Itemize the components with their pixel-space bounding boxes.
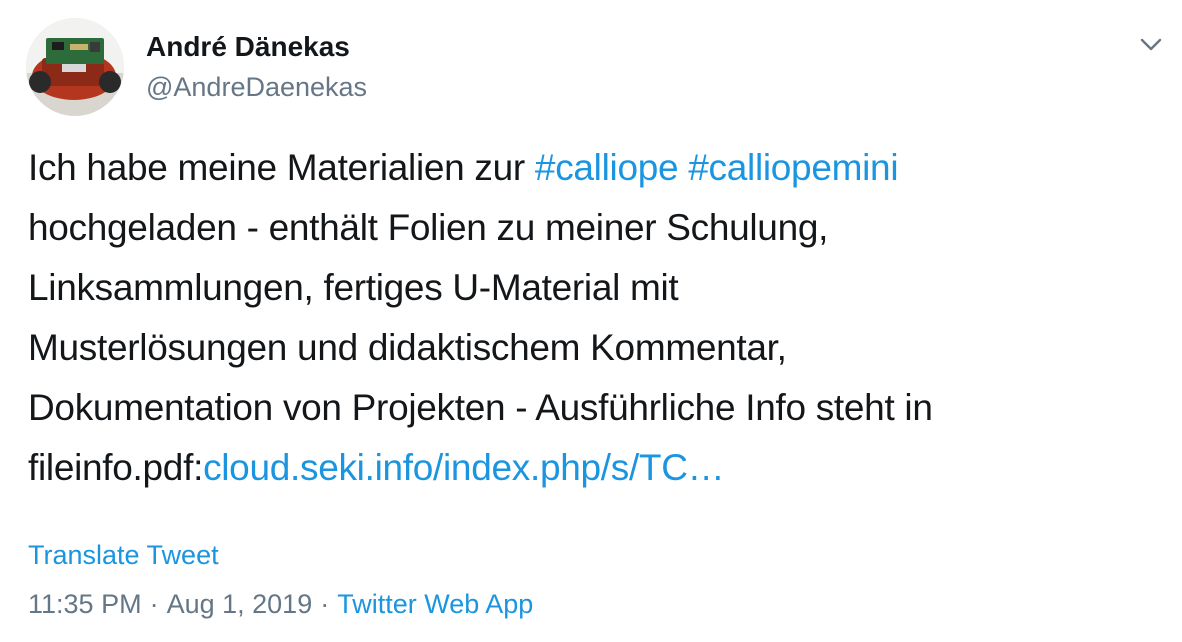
hashtag-link[interactable]: #calliope <box>535 147 679 188</box>
tweet-source-link[interactable]: Twitter Web App <box>337 589 533 619</box>
tweet-line: Dokumentation von Projekten - Ausführlic… <box>28 387 933 428</box>
tweet-text-segment: fileinfo.pdf: <box>28 447 204 488</box>
tweet-time[interactable]: 11:35 PM <box>28 589 142 619</box>
meta-separator: · <box>320 589 330 619</box>
tweet-date[interactable]: Aug 1, 2019 <box>167 589 313 619</box>
url-link[interactable]: cloud.seki.info/index.php/s/TC… <box>203 447 725 488</box>
meta-separator: · <box>149 589 159 619</box>
avatar[interactable] <box>26 18 124 116</box>
author-handle[interactable]: @AndreDaenekas <box>146 70 367 104</box>
author-name[interactable]: André Dänekas <box>146 30 350 64</box>
tweet-line: Musterlösungen und didaktischem Kommenta… <box>28 327 787 368</box>
chevron-down-icon[interactable] <box>1137 30 1165 58</box>
tweet-line: hochgeladen - enthält Folien zu meiner S… <box>28 207 829 248</box>
tweet-text: Ich habe meine Materialien zur #calliope… <box>28 138 1168 498</box>
translate-tweet-link[interactable]: Translate Tweet <box>28 538 219 572</box>
tweet-meta: 11:35 PM · Aug 1, 2019 · Twitter Web App <box>28 587 533 621</box>
hashtag-link[interactable]: #calliopemini <box>688 147 898 188</box>
tweet-card: André Dänekas @AndreDaenekas Ich habe me… <box>0 0 1182 642</box>
tweet-line: Ich habe meine Materialien zur #calliope… <box>28 138 1168 198</box>
avatar-image <box>26 18 124 116</box>
tweet-line: Linksammlungen, fertiges U-Material mit <box>28 267 679 308</box>
tweet-text-segment: Ich habe meine Materialien zur <box>28 147 535 188</box>
tweet-line: fileinfo.pdf:cloud.seki.info/index.php/s… <box>28 438 1168 498</box>
